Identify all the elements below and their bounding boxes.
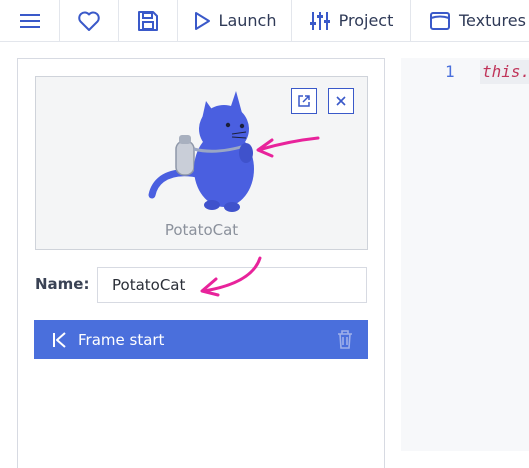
toolbar: Launch Project Textures — [0, 0, 529, 42]
trash-icon[interactable] — [336, 329, 354, 350]
event-label: Frame start — [78, 330, 165, 349]
external-link-icon — [298, 95, 310, 107]
save-button[interactable] — [119, 0, 178, 41]
launch-button[interactable]: Launch — [178, 0, 292, 41]
menu-button[interactable] — [0, 0, 60, 41]
open-external-button[interactable] — [291, 88, 317, 114]
annotation-arrow-icon — [200, 256, 262, 297]
code-line[interactable]: this.r — [480, 60, 529, 84]
picture-icon — [430, 11, 450, 30]
project-label: Project — [338, 11, 394, 30]
event-frame-start[interactable]: Frame start — [34, 320, 368, 359]
sprite-preview: PotatoCat — [35, 76, 368, 250]
floppy-disk-icon — [138, 10, 158, 31]
name-label: Name: — [35, 275, 90, 293]
line-number: 1 — [445, 62, 455, 81]
play-icon — [194, 11, 210, 30]
textures-button[interactable]: Textures — [411, 0, 529, 41]
cat-sprite-image — [148, 91, 254, 212]
project-button[interactable]: Project — [292, 0, 411, 41]
heart-icon — [78, 11, 100, 31]
preview-name: PotatoCat — [164, 221, 239, 239]
template-panel: PotatoCat Name: Frame start — [17, 58, 385, 468]
close-icon — [336, 96, 346, 106]
hamburger-icon — [19, 13, 40, 28]
textures-label: Textures — [459, 11, 526, 30]
close-preview-button[interactable] — [328, 88, 354, 114]
launch-label: Launch — [218, 11, 277, 30]
annotation-arrow-icon — [256, 136, 320, 158]
favorite-button[interactable] — [60, 0, 119, 41]
code-editor[interactable]: 1 this.r — [401, 58, 529, 451]
sliders-icon — [309, 11, 330, 30]
skip-back-icon — [53, 331, 66, 348]
